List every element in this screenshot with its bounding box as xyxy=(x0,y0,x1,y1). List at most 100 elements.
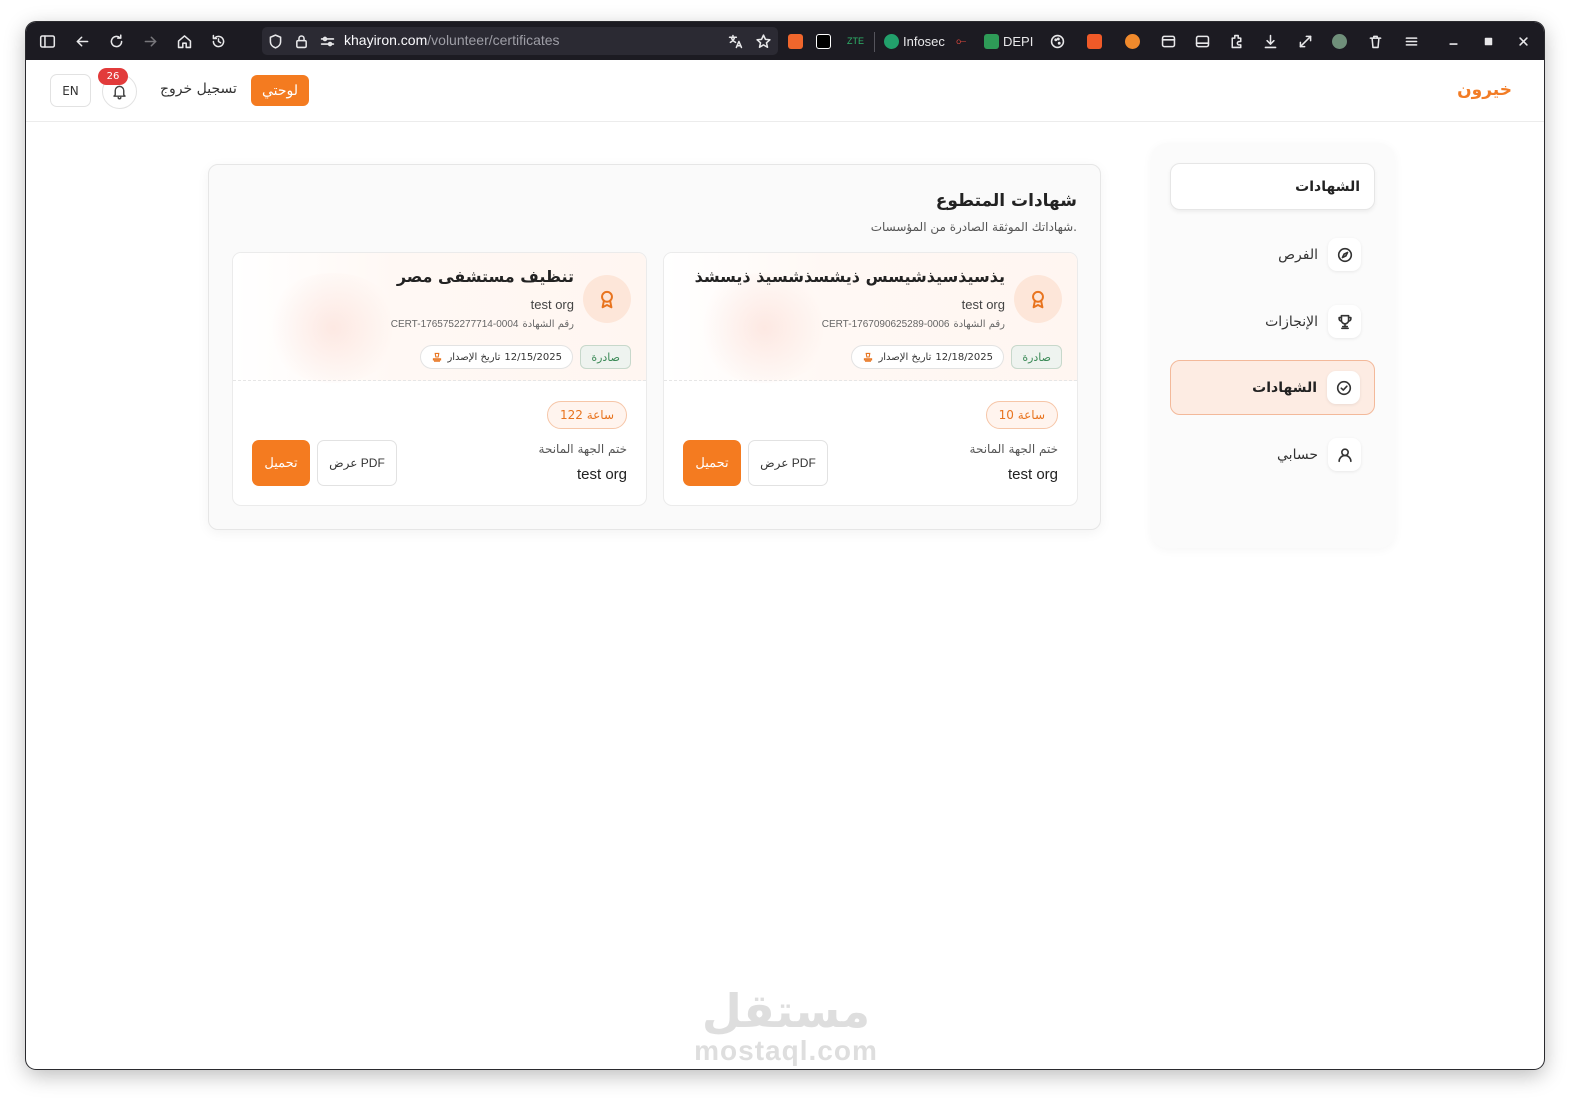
issue-date-chip: تاريخ الإصدار 12/18/2025 xyxy=(851,345,1004,369)
extension-infosec[interactable]: Infosec xyxy=(884,32,945,50)
container-icon[interactable] xyxy=(1157,30,1179,52)
view-pdf-button[interactable]: عرض PDF xyxy=(748,440,828,486)
issue-date-value: 12/15/2025 xyxy=(504,351,562,363)
site-permissions-icon[interactable] xyxy=(316,30,338,52)
extension-depi[interactable]: DEPI xyxy=(984,32,1033,50)
sidebar-item-label: الإنجازات xyxy=(1265,313,1318,330)
issue-date-label: تاريخ الإصدار xyxy=(878,351,932,363)
notification-count-badge: 26 xyxy=(98,68,128,85)
decorative-glow xyxy=(694,273,834,383)
trophy-icon xyxy=(1328,305,1361,338)
cookie-icon[interactable] xyxy=(1046,30,1068,52)
certificate-number-value: CERT-1765752277714-0004 xyxy=(390,319,519,330)
status-badge: صادرة xyxy=(1011,345,1062,369)
extension-orange-icon[interactable] xyxy=(1087,32,1102,50)
app-header: خيرون لوحتي تسجيل خروج 26 EN xyxy=(26,60,1544,122)
issue-date-label: تاريخ الإصدار xyxy=(447,351,501,363)
watermark: مستقل mostaql.com xyxy=(686,985,886,1065)
certificate-number-value: CERT-1767090625289-0006 xyxy=(821,319,950,330)
certificate-number-label: رقم الشهادة xyxy=(522,319,574,330)
forward-icon[interactable] xyxy=(139,30,161,52)
watermark-latin: mostaql.com xyxy=(694,1035,878,1066)
certificate-number: رقم الشهادة CERT-1767090625289-0006 xyxy=(822,319,1005,330)
trash-icon[interactable] xyxy=(1364,30,1386,52)
history-icon[interactable] xyxy=(207,30,229,52)
sidebar-item-certificates[interactable]: الشهادات xyxy=(1170,360,1375,415)
url-domain: khayiron.com xyxy=(344,32,428,48)
sidebar-item-opportunities[interactable]: الفرص xyxy=(1170,227,1375,282)
shield-icon[interactable] xyxy=(264,30,286,52)
extensions-puzzle-icon[interactable] xyxy=(1225,30,1247,52)
seal-org: test org xyxy=(576,466,627,483)
brand-logo[interactable]: خيرون xyxy=(1457,80,1512,100)
infosec-label: Infosec xyxy=(903,33,945,49)
sidebar-toggle-icon[interactable] xyxy=(36,30,58,52)
certificate-card: تنظيف مستشفى مصر test org رقم الشهادة CE… xyxy=(232,252,647,506)
check-circle-icon xyxy=(1327,371,1360,404)
reader-icon[interactable] xyxy=(1191,30,1213,52)
sidebar: الشهادات الفرص الإنجازات الشهادات حسابي xyxy=(1151,143,1395,548)
sidebar-item-account[interactable]: حسابي xyxy=(1170,427,1375,482)
maximize-icon[interactable] xyxy=(1477,30,1499,52)
stamp-icon xyxy=(433,352,442,362)
reload-icon[interactable] xyxy=(105,30,127,52)
fullscreen-icon[interactable] xyxy=(1294,30,1316,52)
extension-basket-icon[interactable] xyxy=(1125,32,1140,50)
sidebar-item-label: الفرص xyxy=(1278,246,1318,263)
dashboard-button[interactable]: لوحتي xyxy=(251,75,309,106)
download-button[interactable]: تحميل xyxy=(252,440,310,486)
extension-fd-icon[interactable] xyxy=(816,32,831,50)
view-pdf-button[interactable]: عرض PDF xyxy=(317,440,397,486)
issue-date-chip: تاريخ الإصدار 12/15/2025 xyxy=(420,345,573,369)
page-title: شهادات المتطوع xyxy=(935,191,1077,211)
depi-label: DEPI xyxy=(1003,33,1034,49)
hours-badge: 10 ساعة xyxy=(985,401,1058,429)
lock-icon[interactable] xyxy=(290,30,312,52)
award-icon xyxy=(583,275,631,323)
url-text[interactable]: khayiron.com/volunteer/certificates xyxy=(344,32,560,48)
certificate-title: يذسيذسيذشيسس ذيشسذشسيذ ذيسشذ xyxy=(694,267,1005,286)
download-button[interactable]: تحميل xyxy=(683,440,741,486)
watermark-arabic: مستقل xyxy=(701,984,871,1038)
certificate-card: يذسيذسيذشيسس ذيشسذشسيذ ذيسشذ test org رق… xyxy=(663,252,1078,506)
compass-icon xyxy=(1328,238,1361,271)
menu-icon[interactable] xyxy=(1400,30,1422,52)
sidebar-item-achievements[interactable]: الإنجازات xyxy=(1170,294,1375,349)
profile-avatar-icon[interactable] xyxy=(1328,30,1350,52)
certificate-org: test org xyxy=(530,297,574,312)
certificates-panel: شهادات المتطوع شهاداتك الموثقة الصادرة م… xyxy=(208,164,1101,530)
toolbar-separator xyxy=(874,32,875,52)
status-badge: صادرة xyxy=(580,345,631,369)
bell-icon xyxy=(113,85,126,100)
bookmark-star-icon[interactable] xyxy=(752,30,774,52)
hours-badge: 122 ساعة xyxy=(546,401,627,429)
certificate-number: رقم الشهادة CERT-1765752277714-0004 xyxy=(391,319,574,330)
page-subtitle: شهاداتك الموثقة الصادرة من المؤسسات. xyxy=(870,220,1077,234)
seal-label: ختم الجهة المانحة xyxy=(538,442,627,456)
issue-date-value: 12/18/2025 xyxy=(935,351,993,363)
translate-icon[interactable] xyxy=(724,30,746,52)
extension-zte[interactable]: ZTE xyxy=(847,32,864,50)
certificate-org: test org xyxy=(961,297,1005,312)
browser-window: khayiron.com/volunteer/certificates ZTE … xyxy=(26,22,1544,1069)
extension-bolt-icon[interactable] xyxy=(788,32,803,50)
extension-link-icon[interactable]: ⟜ xyxy=(956,32,966,50)
home-icon[interactable] xyxy=(173,30,195,52)
seal-label: ختم الجهة المانحة xyxy=(969,442,1058,456)
seal-org: test org xyxy=(1007,466,1058,483)
user-icon xyxy=(1328,438,1361,471)
sidebar-item-label: حسابي xyxy=(1277,446,1318,463)
language-toggle[interactable]: EN xyxy=(50,74,91,107)
minimize-icon[interactable] xyxy=(1442,30,1464,52)
close-icon[interactable] xyxy=(1512,30,1534,52)
back-icon[interactable] xyxy=(71,30,93,52)
stamp-icon xyxy=(864,352,873,362)
decorative-glow xyxy=(263,273,403,383)
sidebar-item-label: الشهادات xyxy=(1252,379,1317,396)
download-icon[interactable] xyxy=(1259,30,1281,52)
certificate-card-header: يذسيذسيذشيسس ذيشسذشسيذ ذيسشذ test org رق… xyxy=(664,253,1077,383)
logout-link[interactable]: تسجيل خروج xyxy=(160,81,237,97)
browser-toolbar: khayiron.com/volunteer/certificates ZTE … xyxy=(26,22,1544,60)
certificate-card-header: تنظيف مستشفى مصر test org رقم الشهادة CE… xyxy=(233,253,646,383)
certificate-number-label: رقم الشهادة xyxy=(953,319,1005,330)
